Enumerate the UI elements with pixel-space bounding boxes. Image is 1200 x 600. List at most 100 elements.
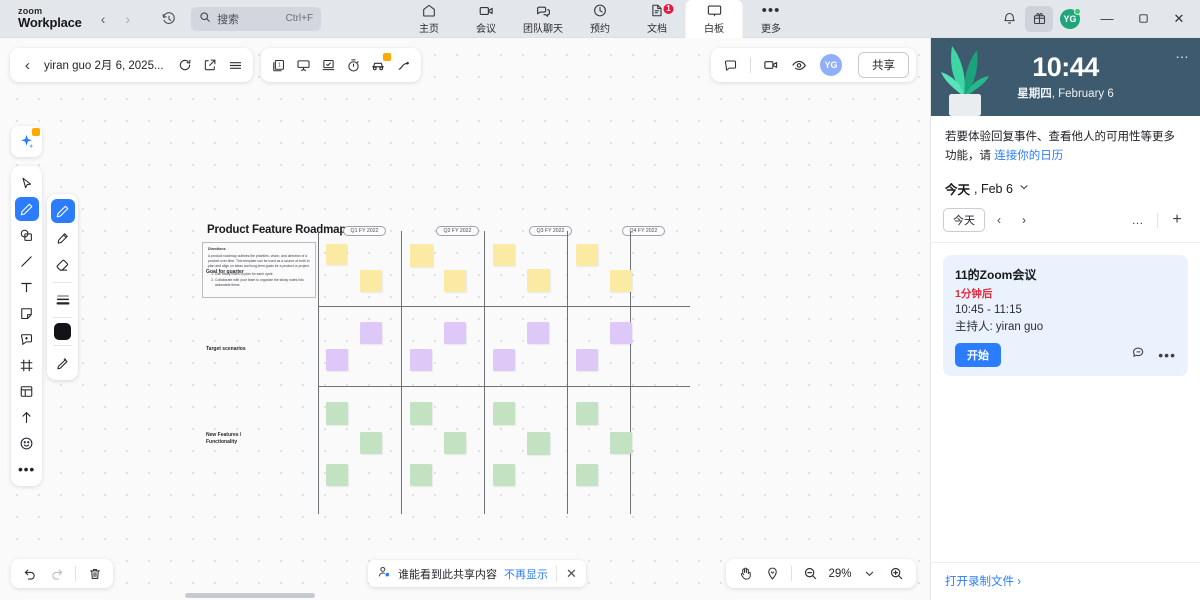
- user-avatar[interactable]: YG: [1060, 9, 1080, 29]
- emoji-icon[interactable]: [15, 431, 39, 455]
- comment-bubble-icon[interactable]: [15, 327, 39, 351]
- close-notice-button[interactable]: ✕: [556, 566, 577, 582]
- sticky-note[interactable]: [576, 464, 598, 486]
- ai-sparkle-icon[interactable]: [11, 126, 42, 157]
- refresh-icon[interactable]: [173, 52, 198, 78]
- template-icon[interactable]: [15, 379, 39, 403]
- vote-icon[interactable]: [316, 52, 341, 78]
- pen-icon[interactable]: [15, 197, 39, 221]
- clock-more-icon[interactable]: …: [1175, 45, 1190, 61]
- sticky-note[interactable]: [410, 402, 432, 425]
- timer-icon[interactable]: [341, 52, 366, 78]
- sticky-note[interactable]: [576, 244, 598, 266]
- sticky-note[interactable]: [610, 432, 632, 454]
- whiteboard-back-button[interactable]: ‹: [15, 52, 40, 78]
- tab-meetings[interactable]: 会议: [458, 0, 515, 38]
- next-day-button[interactable]: ›: [1013, 209, 1035, 231]
- tab-whiteboard[interactable]: 白板: [686, 0, 743, 38]
- presentation-icon[interactable]: [291, 52, 316, 78]
- undo-icon[interactable]: [17, 562, 42, 586]
- flyout-marker-icon[interactable]: [51, 226, 75, 250]
- sticky-note[interactable]: [444, 432, 466, 454]
- sticky-note[interactable]: [493, 402, 515, 425]
- connect-calendar-link[interactable]: 连接你的日历: [994, 150, 1063, 162]
- breakout-icon[interactable]: [366, 52, 391, 78]
- document-name[interactable]: yiran guo 2月 6, 2025...: [40, 57, 173, 73]
- tab-team-chat[interactable]: 团队聊天: [515, 0, 572, 38]
- add-event-button[interactable]: +: [1166, 209, 1188, 231]
- flyout-eraser-icon[interactable]: [51, 253, 75, 277]
- sticky-note[interactable]: [493, 244, 515, 266]
- chevron-down-icon[interactable]: [1019, 182, 1029, 195]
- back-button[interactable]: ‹: [98, 9, 109, 29]
- sticky-note[interactable]: [610, 270, 632, 292]
- prev-day-button[interactable]: ‹: [988, 209, 1010, 231]
- collab-avatar[interactable]: YG: [820, 54, 842, 76]
- color-swatch[interactable]: [54, 323, 71, 340]
- sticky-note[interactable]: [576, 402, 598, 425]
- select-cursor-icon[interactable]: [15, 171, 39, 195]
- close-button[interactable]: ✕: [1162, 0, 1196, 38]
- follow-presence-icon[interactable]: [786, 52, 811, 78]
- zoom-out-icon[interactable]: [798, 562, 823, 586]
- line-icon[interactable]: [15, 249, 39, 273]
- start-meeting-button[interactable]: 开始: [955, 343, 1001, 367]
- dont-show-again-link[interactable]: 不再显示: [504, 566, 548, 582]
- sticky-note[interactable]: [360, 322, 382, 344]
- sticky-note[interactable]: [360, 270, 382, 292]
- sticky-note[interactable]: [410, 349, 432, 371]
- search-input[interactable]: 搜索 Ctrl+F: [191, 7, 321, 31]
- today-button[interactable]: 今天: [943, 208, 985, 232]
- sticky-note[interactable]: [444, 322, 466, 344]
- flyout-line-thickness-icon[interactable]: [51, 288, 75, 312]
- text-icon[interactable]: [15, 275, 39, 299]
- sticky-note[interactable]: [493, 464, 515, 486]
- horizontal-scrollbar[interactable]: [185, 593, 315, 598]
- tab-appointments[interactable]: 预约: [572, 0, 629, 38]
- event-card[interactable]: 11的Zoom会议 1分钟后 10:45 - 11:15 主持人: yiran …: [943, 255, 1188, 376]
- hamburger-menu-icon[interactable]: [223, 52, 248, 78]
- bell-icon[interactable]: [995, 6, 1023, 32]
- flyout-pen-icon[interactable]: [51, 199, 75, 223]
- more-tools-icon[interactable]: •••: [15, 457, 39, 481]
- calendar-gift-icon[interactable]: [1025, 6, 1053, 32]
- sticky-note[interactable]: [410, 464, 432, 486]
- pages-icon[interactable]: 1: [266, 52, 291, 78]
- share-button[interactable]: 共享: [858, 52, 909, 78]
- forward-button[interactable]: ›: [122, 9, 133, 29]
- sticky-note[interactable]: [493, 349, 515, 371]
- fit-to-screen-icon[interactable]: [760, 562, 785, 586]
- hand-tool-icon[interactable]: [733, 562, 758, 586]
- sticky-note[interactable]: [527, 322, 549, 344]
- sticky-note[interactable]: [326, 349, 348, 371]
- product-roadmap-template[interactable]: Product Feature Roadmap Directions A pro…: [198, 218, 698, 518]
- flyout-magic-pen-icon[interactable]: [51, 351, 75, 375]
- upload-icon[interactable]: [15, 405, 39, 429]
- sticky-note[interactable]: [527, 432, 550, 455]
- sticky-note[interactable]: [610, 322, 632, 344]
- laser-pointer-icon[interactable]: [391, 52, 416, 78]
- trash-icon[interactable]: [82, 562, 107, 586]
- sticky-note[interactable]: [326, 402, 348, 425]
- tab-more[interactable]: ••• 更多: [743, 0, 800, 38]
- whiteboard-canvas-area[interactable]: ‹ yiran guo 2月 6, 2025... 1: [0, 38, 930, 600]
- zoom-level[interactable]: 29%: [825, 568, 855, 580]
- sticky-note[interactable]: [444, 270, 466, 292]
- sticky-note[interactable]: [527, 269, 550, 292]
- video-icon[interactable]: [758, 52, 783, 78]
- frame-icon[interactable]: [15, 353, 39, 377]
- event-more-icon[interactable]: •••: [1158, 350, 1176, 360]
- calendar-more-button[interactable]: …: [1127, 209, 1149, 231]
- comment-icon[interactable]: [718, 52, 743, 78]
- sticky-note[interactable]: [326, 244, 347, 265]
- tab-docs[interactable]: 1 文档: [629, 0, 686, 38]
- day-header[interactable]: 今天, Feb 6: [931, 175, 1200, 204]
- chat-icon[interactable]: [1131, 345, 1146, 365]
- sticky-note-icon[interactable]: [15, 301, 39, 325]
- open-recordings-link[interactable]: 打开录制文件 ›: [945, 576, 1021, 588]
- sticky-note[interactable]: [410, 244, 433, 267]
- zoom-dropdown-chevron-icon[interactable]: [857, 562, 882, 586]
- maximize-button[interactable]: [1126, 0, 1160, 38]
- sticky-note[interactable]: [326, 464, 348, 486]
- sticky-note[interactable]: [576, 349, 598, 371]
